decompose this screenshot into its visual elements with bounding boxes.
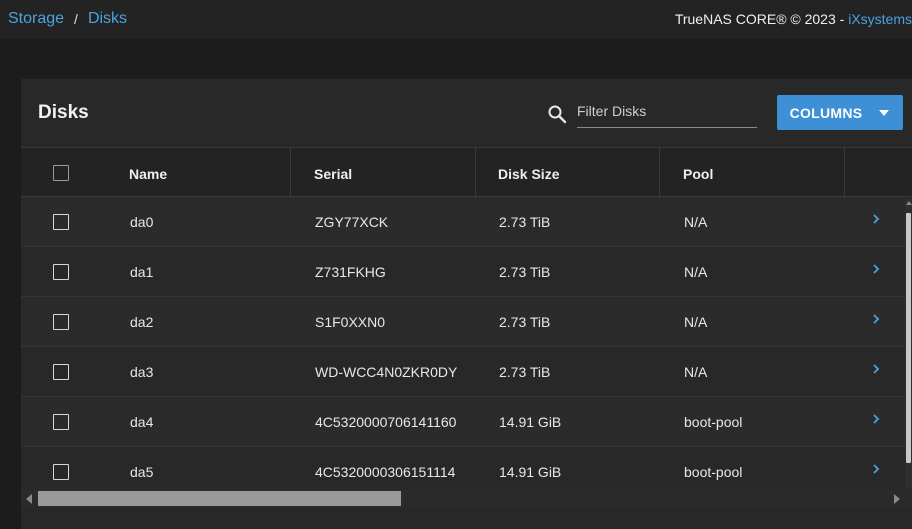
chevron-right-icon[interactable] (871, 212, 881, 226)
cell-pool: boot-pool (684, 414, 743, 430)
row-checkbox[interactable] (53, 214, 69, 230)
table-row[interactable]: da2 S1F0XXN0 2.73 TiB N/A (21, 297, 905, 347)
chevron-right-icon[interactable] (871, 462, 881, 476)
cell-pool: boot-pool (684, 464, 743, 480)
cell-serial: ZGY77XCK (315, 214, 389, 230)
vertical-scrollbar[interactable] (905, 199, 912, 489)
filter-disks-input[interactable] (577, 101, 753, 119)
cell-pool: N/A (684, 364, 708, 380)
cell-disk-size: 14.91 GiB (499, 464, 562, 480)
scroll-left-icon[interactable] (26, 494, 32, 504)
cell-name: da0 (130, 214, 154, 230)
vendor-link[interactable]: iXsystems (848, 11, 912, 27)
column-divider[interactable] (844, 148, 845, 196)
row-checkbox[interactable] (53, 364, 69, 380)
cell-name: da5 (130, 464, 154, 480)
column-header-serial[interactable]: Serial (314, 148, 352, 196)
cell-name: da4 (130, 414, 154, 430)
cell-pool: N/A (684, 214, 708, 230)
table-body: da0 ZGY77XCK 2.73 TiB N/A da1 Z731FKHG 2… (21, 197, 905, 489)
column-divider[interactable] (659, 148, 660, 196)
caret-down-icon[interactable] (879, 109, 889, 116)
cell-pool: N/A (684, 314, 708, 330)
row-checkbox[interactable] (53, 414, 69, 430)
chevron-right-icon[interactable] (871, 412, 881, 426)
cell-serial: WD-WCC4N0ZKR0DY (315, 364, 458, 380)
cell-serial: S1F0XXN0 (315, 314, 386, 330)
scroll-up-icon[interactable] (906, 201, 912, 205)
cell-name: da1 (130, 264, 154, 280)
scroll-right-icon[interactable] (894, 494, 900, 504)
table-header: Name Serial Disk Size Pool (21, 148, 912, 197)
cell-pool: N/A (684, 264, 708, 280)
copyright-notice: TrueNAS CORE® © 2023 - iXsystems (675, 11, 912, 27)
disks-card: Disks COLUMNS Name Serial Disk Size Pool… (21, 79, 912, 529)
breadcrumb-storage-link[interactable]: Storage (8, 10, 64, 28)
cell-name: da2 (130, 314, 154, 330)
column-divider[interactable] (290, 148, 291, 196)
cell-serial: Z731FKHG (315, 264, 386, 280)
top-bar: Storage / Disks TrueNAS CORE® © 2023 - i… (0, 0, 912, 39)
column-divider[interactable] (475, 148, 476, 196)
table-row[interactable]: da1 Z731FKHG 2.73 TiB N/A (21, 247, 905, 297)
chevron-right-icon[interactable] (871, 262, 881, 276)
cell-disk-size: 2.73 TiB (499, 214, 551, 230)
breadcrumb: Storage / Disks (8, 10, 127, 28)
row-checkbox[interactable] (53, 314, 69, 330)
breadcrumb-separator: / (74, 11, 78, 27)
cell-disk-size: 2.73 TiB (499, 314, 551, 330)
cell-serial: 4C5320000306151114 (315, 464, 456, 480)
breadcrumb-disks-link[interactable]: Disks (88, 10, 127, 28)
table-row[interactable]: da5 4C5320000306151114 14.91 GiB boot-po… (21, 447, 905, 489)
chevron-right-icon[interactable] (871, 312, 881, 326)
horizontal-scrollbar[interactable] (21, 489, 912, 508)
row-checkbox[interactable] (53, 264, 69, 280)
chevron-right-icon[interactable] (871, 362, 881, 376)
select-all-checkbox[interactable] (53, 165, 69, 181)
columns-button-label: COLUMNS (789, 104, 863, 121)
cell-serial: 4C5320000706141160 (315, 414, 457, 430)
copyright-text: TrueNAS CORE® © 2023 - (674, 11, 849, 27)
table-row[interactable]: da0 ZGY77XCK 2.73 TiB N/A (21, 197, 905, 247)
cell-disk-size: 2.73 TiB (499, 264, 551, 280)
table-row[interactable]: da4 4C5320000706141160 14.91 GiB boot-po… (21, 397, 905, 447)
page-title: Disks (38, 102, 89, 123)
column-header-disk-size[interactable]: Disk Size (498, 148, 559, 196)
row-checkbox[interactable] (53, 464, 69, 480)
table-row[interactable]: da3 WD-WCC4N0ZKR0DY 2.73 TiB N/A (21, 347, 905, 397)
card-header: Disks COLUMNS (21, 79, 912, 148)
vertical-scrollbar-thumb[interactable] (906, 213, 911, 463)
horizontal-scrollbar-thumb[interactable] (38, 491, 401, 506)
cell-disk-size: 14.91 GiB (499, 414, 562, 430)
search-icon (548, 105, 567, 124)
columns-button[interactable]: COLUMNS (777, 95, 903, 130)
cell-name: da3 (130, 364, 154, 380)
filter-field (577, 101, 757, 128)
cell-disk-size: 2.73 TiB (499, 364, 551, 380)
column-header-name[interactable]: Name (129, 148, 167, 196)
column-header-pool[interactable]: Pool (683, 148, 713, 196)
